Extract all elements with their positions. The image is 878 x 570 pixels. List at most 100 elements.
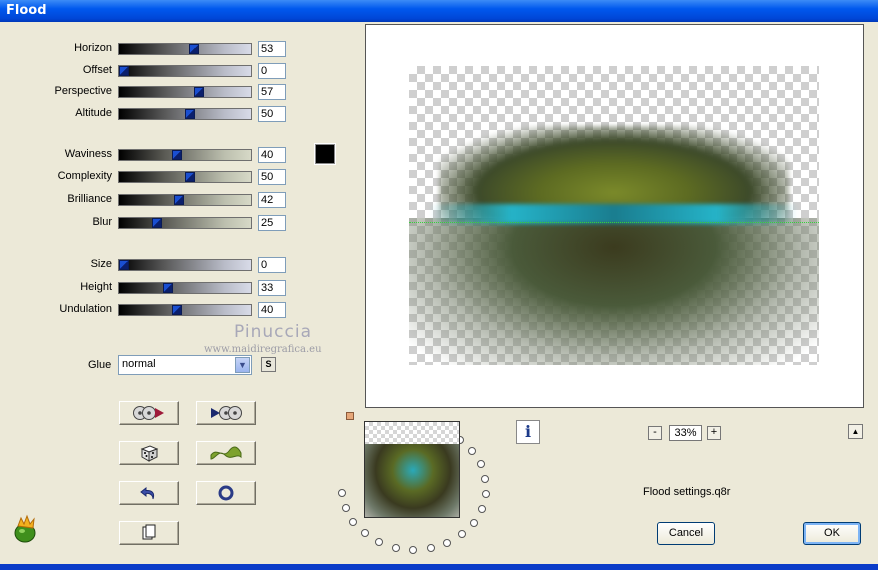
watermark-name: Pinuccia <box>234 322 312 342</box>
blur-slider[interactable] <box>118 217 252 229</box>
navigator-dot <box>469 518 478 527</box>
reset-button[interactable] <box>119 481 179 505</box>
param-row-altitude: Altitude 50 <box>0 106 300 122</box>
undulation-slider-thumb[interactable] <box>171 305 182 315</box>
glue-label: Glue <box>88 359 112 371</box>
navigator-dot <box>349 517 358 526</box>
height-value-input[interactable]: 33 <box>258 280 286 296</box>
navigator-dot <box>391 543 400 552</box>
navigator-dot <box>338 488 347 497</box>
perspective-value-input[interactable]: 57 <box>258 84 286 100</box>
navigator-dot <box>409 545 418 554</box>
brilliance-slider-thumb[interactable] <box>174 195 185 205</box>
navigator-dot <box>481 474 490 483</box>
offset-slider-thumb[interactable] <box>119 66 129 76</box>
wave-icon <box>210 446 242 460</box>
preview-image[interactable] <box>409 66 819 365</box>
filter-logo-icon <box>12 514 40 544</box>
offset-value-input[interactable]: 0 <box>258 63 286 79</box>
circle-icon <box>218 485 234 501</box>
reel-forward-button[interactable] <box>196 401 256 425</box>
undulation-slider[interactable] <box>118 304 252 316</box>
waviness-slider[interactable] <box>118 149 252 161</box>
param-row-blur: Blur 25 <box>0 215 300 231</box>
complexity-value-input[interactable]: 50 <box>258 169 286 185</box>
size-slider[interactable] <box>118 259 252 271</box>
param-row-brilliance: Brilliance 42 <box>0 192 300 208</box>
zoom-level: 33% <box>669 425 702 441</box>
film-reel-back-icon <box>133 406 164 420</box>
navigator-dot <box>477 505 486 514</box>
copy-button[interactable] <box>119 521 179 545</box>
complexity-slider-thumb[interactable] <box>185 172 195 182</box>
altitude-value-input[interactable]: 50 <box>258 106 286 122</box>
undulation-value-input[interactable]: 40 <box>258 302 286 318</box>
height-slider-thumb[interactable] <box>162 283 173 293</box>
preview-reflection <box>409 218 819 365</box>
brilliance-slider[interactable] <box>118 194 252 206</box>
glue-s-button[interactable]: S <box>261 357 276 372</box>
perspective-label: Perspective <box>54 85 112 97</box>
glue-select-value: normal <box>122 358 156 370</box>
window-title: Flood <box>6 3 47 18</box>
collapse-preview-button[interactable]: ▲ <box>848 424 863 439</box>
zoom-in-button[interactable]: + <box>707 426 721 440</box>
blur-slider-thumb[interactable] <box>152 218 162 228</box>
waviness-slider-thumb[interactable] <box>171 150 182 160</box>
ok-button[interactable]: OK <box>803 522 861 545</box>
size-label: Size <box>90 258 112 270</box>
horizon-label: Horizon <box>74 42 112 54</box>
navigator-dot <box>341 503 350 512</box>
brilliance-value-input[interactable]: 42 <box>258 192 286 208</box>
zoom-out-button[interactable]: - <box>648 426 662 440</box>
copy-icon <box>142 524 156 540</box>
undulation-label: Undulation <box>59 303 112 315</box>
height-label: Height <box>80 281 112 293</box>
navigator-dot <box>360 529 369 538</box>
navigator-dot <box>481 490 490 499</box>
info-icon[interactable]: i <box>516 420 540 444</box>
waviness-label: Waviness <box>64 148 112 160</box>
param-row-horizon: Horizon 53 <box>0 41 300 57</box>
horizon-slider[interactable] <box>118 43 252 55</box>
complexity-label: Complexity <box>57 170 112 182</box>
blur-label: Blur <box>92 216 112 228</box>
wave-button[interactable] <box>196 441 256 465</box>
param-row-undulation: Undulation 40 <box>0 302 300 318</box>
reel-back-button[interactable] <box>119 401 179 425</box>
chevron-down-icon[interactable]: ▼ <box>235 357 250 373</box>
random-button[interactable] <box>119 441 179 465</box>
perspective-slider[interactable] <box>118 86 252 98</box>
window-title-bar[interactable]: Flood <box>0 0 878 22</box>
offset-label: Offset <box>82 64 112 76</box>
perspective-slider-thumb[interactable] <box>194 87 205 97</box>
settings-file-name: Flood settings.q8r <box>643 486 731 498</box>
waviness-value-input[interactable]: 40 <box>258 147 286 163</box>
complexity-slider[interactable] <box>118 171 252 183</box>
horizon-value-input[interactable]: 53 <box>258 41 286 57</box>
stop-button[interactable] <box>196 481 256 505</box>
altitude-label: Altitude <box>75 107 112 119</box>
horizon-guide-line[interactable] <box>409 222 819 223</box>
param-row-waviness: Waviness 40 <box>0 147 300 163</box>
color-swatch[interactable] <box>314 143 336 165</box>
navigator-thumbnail[interactable] <box>364 421 460 518</box>
offset-slider[interactable] <box>118 65 252 77</box>
blur-value-input[interactable]: 25 <box>258 215 286 231</box>
cancel-button[interactable]: Cancel <box>657 522 715 545</box>
navigator-dot <box>426 544 435 553</box>
size-value-input[interactable]: 0 <box>258 257 286 273</box>
height-slider[interactable] <box>118 282 252 294</box>
window-bottom-border <box>0 564 878 570</box>
altitude-slider-thumb[interactable] <box>185 109 195 119</box>
size-slider-thumb[interactable] <box>119 260 129 270</box>
navigator-dot <box>443 538 452 547</box>
brilliance-label: Brilliance <box>67 193 112 205</box>
navigator-dot <box>467 446 476 455</box>
param-row-offset: Offset 0 <box>0 63 300 79</box>
navigator-handle[interactable] <box>346 412 354 420</box>
glue-select[interactable]: normal ▼ <box>118 355 252 375</box>
horizon-slider-thumb[interactable] <box>188 44 199 54</box>
altitude-slider[interactable] <box>118 108 252 120</box>
watermark-url: www.maidiregrafica.eu <box>204 344 322 355</box>
